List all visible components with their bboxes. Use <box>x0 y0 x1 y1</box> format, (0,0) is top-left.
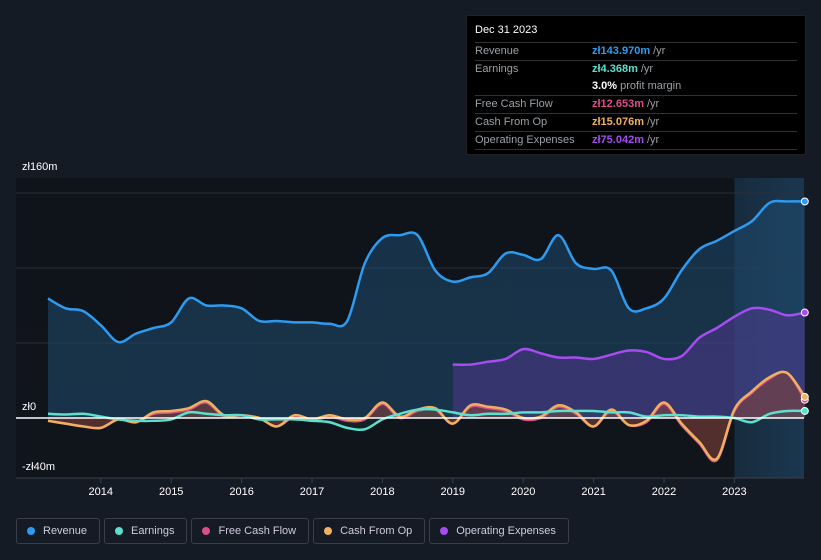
legend-label: Operating Expenses <box>456 525 556 537</box>
tooltip-label: Free Cash Flow <box>475 98 553 110</box>
legend-label: Free Cash Flow <box>218 525 297 537</box>
legend-item-earnings[interactable]: Earnings <box>104 518 188 544</box>
tooltip-unit: /yr <box>646 134 660 146</box>
x-tick-label: 2020 <box>511 486 535 498</box>
tooltip-panel: Dec 31 2023 Revenue zł143.970m/yr Earnings… <box>466 15 806 155</box>
cash-from-op-end-point <box>800 392 809 401</box>
tooltip-value: zł4.368m <box>592 63 638 75</box>
tooltip-row: Operating Expenses zł75.042m/yr <box>475 132 797 150</box>
tooltip-value: zł15.076m <box>592 116 644 128</box>
tooltip-label: Revenue <box>475 45 520 57</box>
x-tick-label: 2015 <box>159 486 183 498</box>
tooltip-unit: /yr <box>646 98 660 110</box>
legend-label: Cash From Op <box>340 525 413 537</box>
legend-dot-icon <box>115 527 124 535</box>
tooltip-row: 3.0% profit margin <box>475 78 797 96</box>
legend-dot-icon <box>440 527 449 535</box>
x-tick-label: 2021 <box>581 486 605 498</box>
legend-item-cash-from-op[interactable]: Cash From Op <box>313 518 426 544</box>
tooltip-row: Cash From Op zł15.076m/yr <box>475 114 797 132</box>
tooltip-row: Revenue zł143.970m/yr <box>475 43 797 61</box>
legend-item-operating-expenses[interactable]: Operating Expenses <box>429 518 569 544</box>
tooltip-label: Cash From Op <box>475 116 548 128</box>
legend-label: Revenue <box>43 525 88 537</box>
tooltip-unit: /yr <box>646 116 660 128</box>
tooltip-value: zł12.653m <box>592 98 644 110</box>
x-tick-label: 2019 <box>441 486 465 498</box>
x-tick-label: 2022 <box>652 486 676 498</box>
tooltip-label: Earnings <box>475 63 519 75</box>
tooltip-date: Dec 31 2023 <box>475 22 797 43</box>
x-tick-label: 2014 <box>89 486 113 498</box>
tooltip-label <box>475 78 592 95</box>
legend-dot-icon <box>324 527 333 535</box>
earnings-end-point <box>800 406 809 415</box>
revenue-end-point <box>800 197 809 206</box>
x-tick-label: 2017 <box>300 486 324 498</box>
tooltip-unit: /yr <box>640 63 654 75</box>
tooltip-value: 3.0% <box>592 80 618 92</box>
tooltip-row: Earnings zł4.368m/yr <box>475 61 797 78</box>
tooltip-row: Free Cash Flow zł12.653m/yr <box>475 96 797 114</box>
tooltip-value: zł75.042m <box>592 134 644 146</box>
legend-item-free-cash-flow[interactable]: Free Cash Flow <box>191 518 310 544</box>
tooltip-unit: /yr <box>653 45 666 57</box>
tooltip-unit: profit margin <box>620 80 682 92</box>
legend-label: Earnings <box>131 525 175 537</box>
x-tick-label: 2018 <box>370 486 394 498</box>
operating-expenses-end-point <box>800 308 809 317</box>
tooltip-label: Operating Expenses <box>475 134 575 146</box>
x-tick-label: 2023 <box>722 486 746 498</box>
y-tick-label-top: zł160m <box>22 161 57 173</box>
x-tick-label: 2016 <box>229 486 253 498</box>
y-tick-label-zero: zł0 <box>22 401 36 413</box>
tooltip-value: zł143.970m <box>592 45 651 57</box>
legend-dot-icon <box>27 527 35 535</box>
y-tick-label-bottom: -zł40m <box>22 461 55 473</box>
legend: Revenue Earnings Free Cash Flow Cash From O… <box>16 518 569 544</box>
legend-item-revenue[interactable]: Revenue <box>16 518 101 544</box>
legend-dot-icon <box>202 527 211 535</box>
